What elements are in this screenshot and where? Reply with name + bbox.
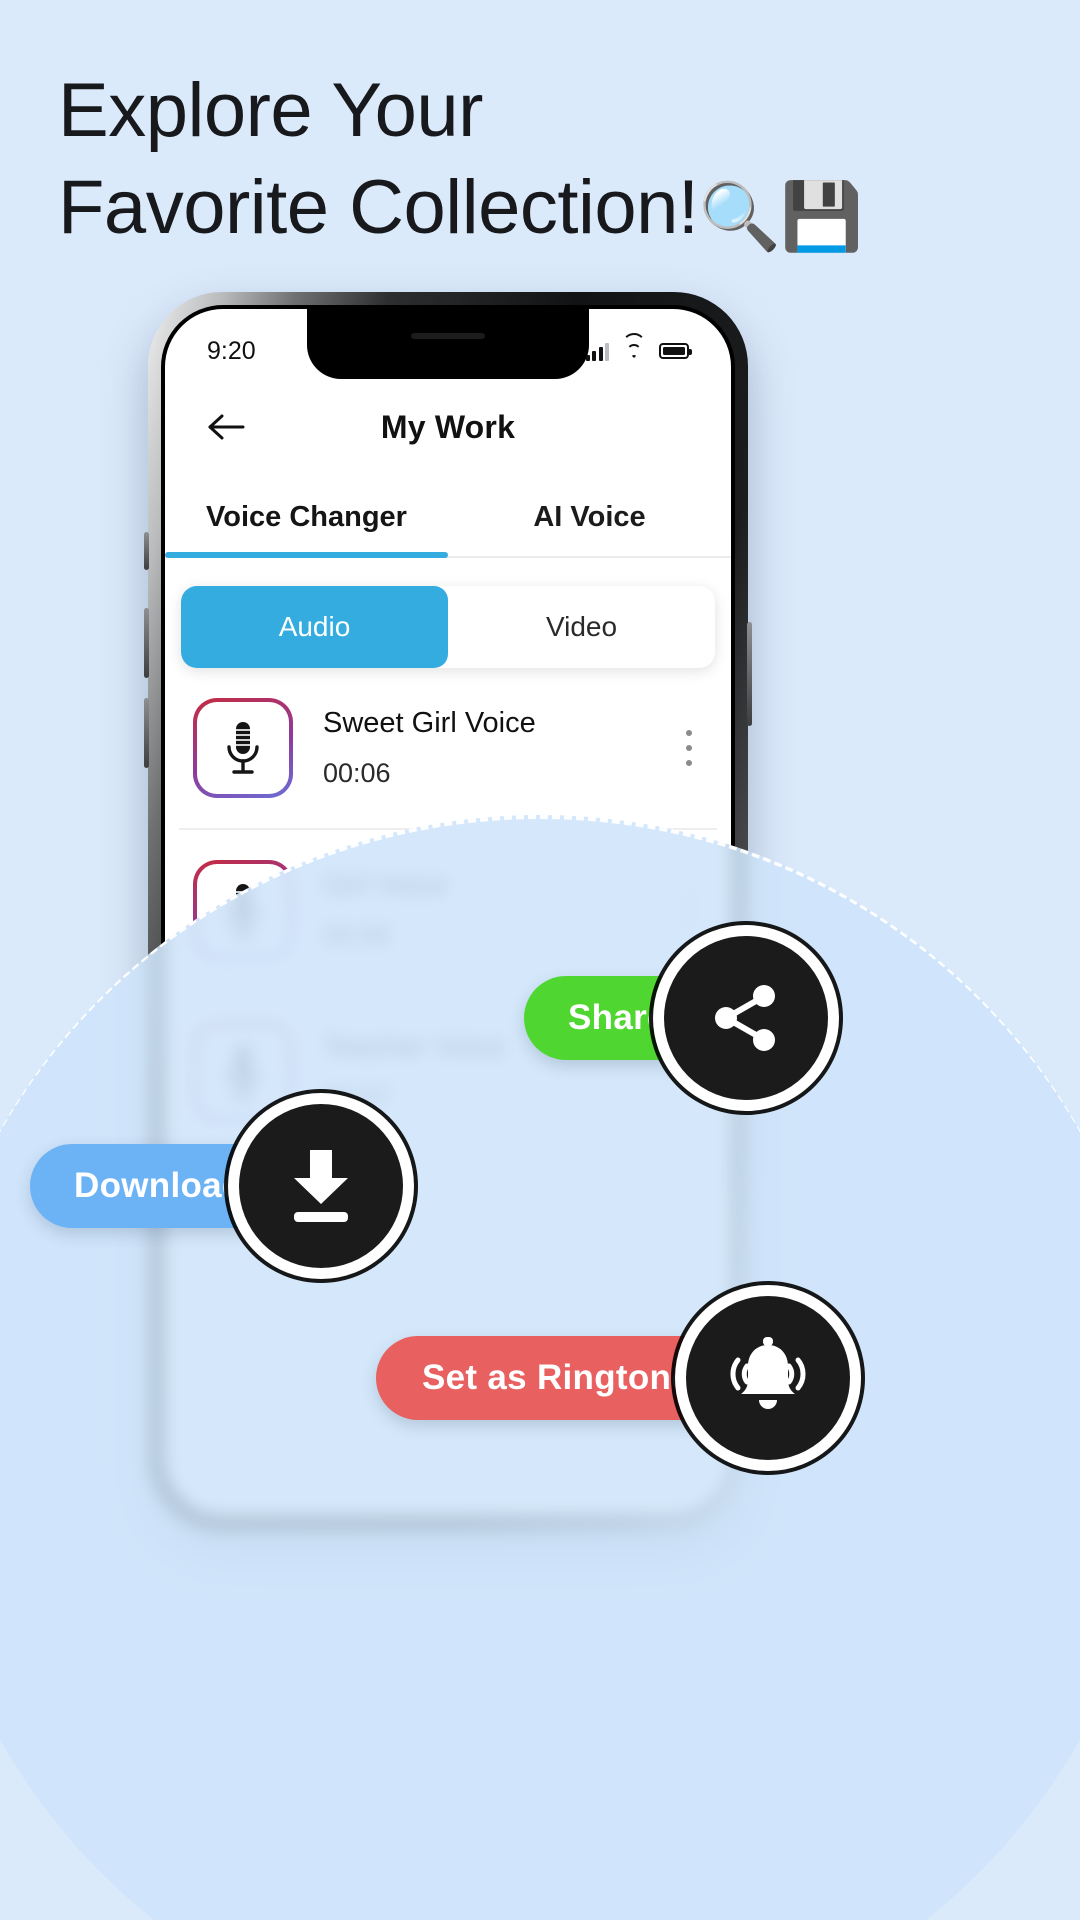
media-type-segmented-control: Audio Video [181,586,715,668]
set-as-ringtone-button[interactable]: Set as Ringtone [376,1285,861,1471]
wifi-icon [622,332,646,361]
download-button[interactable]: Download [30,1093,414,1279]
phone-volume-up-button [144,608,149,678]
battery-icon [659,343,692,359]
promo-screenshot: Explore Your Favorite Collection!🔍💾 9:20 [0,0,1080,1920]
kebab-menu-icon[interactable] [671,720,707,776]
main-tabs: Voice Changer AI Voice [165,475,731,558]
headline-line-2-wrap: Favorite Collection!🔍💾 [58,159,1018,258]
floppy-disk-icon: 💾 [780,179,863,254]
voice-duration: 00:06 [323,758,391,788]
segment-audio[interactable]: Audio [181,586,448,668]
headline: Explore Your Favorite Collection!🔍💾 [58,62,1018,259]
headline-line-1: Explore Your [58,68,484,153]
phone-mute-switch [144,532,149,570]
share-icon[interactable] [652,925,839,1111]
phone-volume-down-button [144,698,149,768]
tab-voice-changer[interactable]: Voice Changer [165,475,448,558]
status-icons [585,332,692,361]
page-title: My Work [380,408,516,445]
tab-ai-voice[interactable]: AI Voice [448,475,731,556]
app-header: My Work [165,379,731,475]
voice-name: Sweet Girl Voice [323,707,536,739]
download-icon[interactable] [227,1093,414,1279]
status-bar: 9:20 [165,309,731,379]
headline-line-2: Favorite Collection! [58,165,699,251]
list-item[interactable]: Sweet Girl Voice 00:06 [179,668,717,828]
bell-icon[interactable] [674,1285,861,1471]
segment-video[interactable]: Video [448,586,715,668]
magnifier-icon: 🔍 [698,179,781,254]
share-button[interactable]: Share [524,925,839,1111]
phone-power-button [747,622,752,726]
microphone-icon [193,698,293,798]
list-item-meta: Sweet Girl Voice 00:06 [293,707,671,789]
signal-icon [585,342,609,361]
status-time: 9:20 [207,336,256,365]
